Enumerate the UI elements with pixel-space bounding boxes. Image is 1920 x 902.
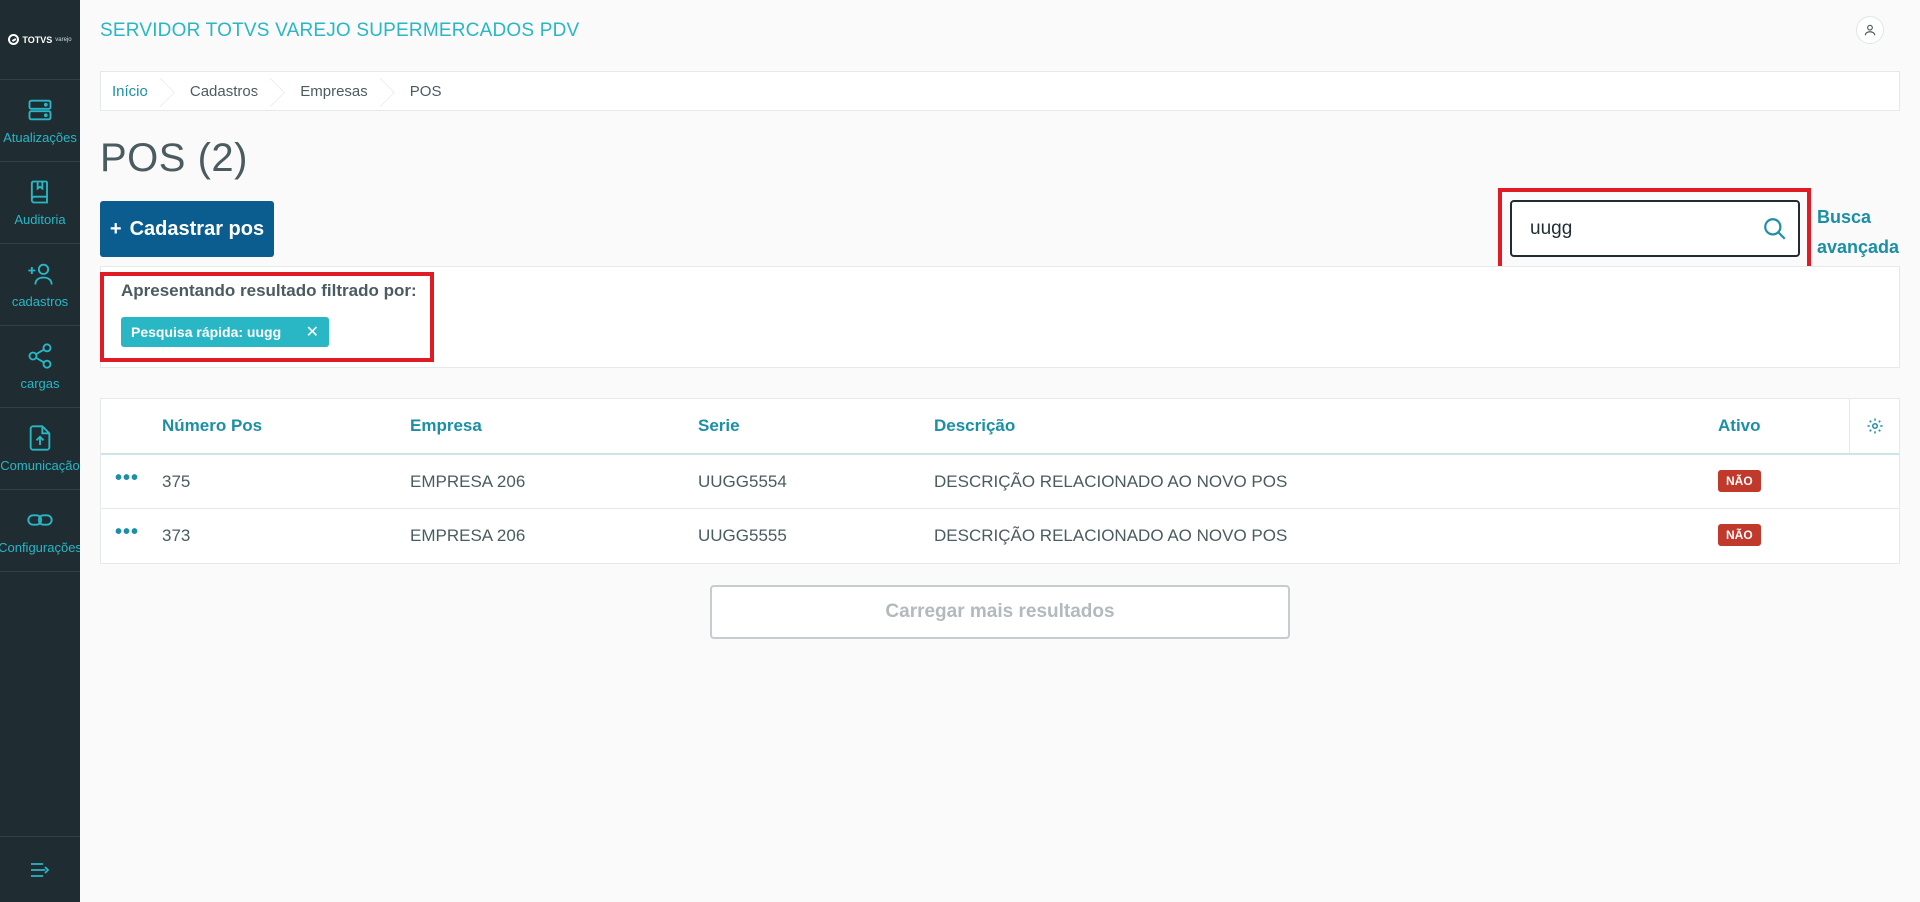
sidebar-item-cadastros[interactable]: cadastros [0,244,80,326]
column-ativo[interactable]: Ativo [1718,416,1761,436]
sidebar: TOTVS varejo Atualizações Auditoria cada… [0,0,80,902]
collapse-menu-icon [31,862,50,877]
breadcrumb-inicio[interactable]: Início [101,72,168,110]
cell-descricao: DESCRIÇÃO RELACIONADO AO NOVO POS [934,472,1288,491]
row-actions-button[interactable]: ••• [115,521,139,544]
breadcrumb: Início Cadastros Empresas POS [100,71,1900,111]
cell-numero: 375 [162,472,191,491]
table-row: ••• 373 EMPRESA 206 UUGG5555 DESCRIÇÃO R… [101,509,1899,563]
table-header: Número Pos Empresa Serie Descrição Ativo [101,399,1899,455]
add-pos-button[interactable]: + Cadastrar pos [100,201,274,257]
load-more-button[interactable]: Carregar mais resultados [710,585,1290,639]
sidebar-item-atualizacoes[interactable]: Atualizações [0,80,80,162]
totvs-logo: TOTVS varejo [0,0,80,80]
sidebar-item-label: Configurações [0,540,80,555]
sidebar-item-comunicacao[interactable]: Comunicação [0,408,80,490]
user-icon [1864,24,1876,36]
breadcrumb-empresas[interactable]: Empresas [278,72,388,110]
cell-serie: UUGG5554 [698,472,787,491]
add-user-icon [28,263,53,285]
sidebar-item-label: cadastros [11,294,69,309]
status-badge: NÃO [1718,470,1761,492]
sidebar-item-label: Auditoria [14,212,66,227]
breadcrumb-cadastros[interactable]: Cadastros [168,72,278,110]
search-input[interactable] [1530,217,1762,240]
pos-table: Número Pos Empresa Serie Descrição Ativo… [100,398,1900,564]
table-row: ••• 375 EMPRESA 206 UUGG5554 DESCRIÇÃO R… [101,455,1899,509]
advanced-search-link[interactable]: Busca avançada [1817,202,1899,262]
sidebar-item-cargas[interactable]: cargas [0,326,80,408]
cell-numero: 373 [162,526,191,545]
link-icon [27,514,53,526]
breadcrumb-pos: POS [409,82,442,100]
server-icon [28,99,52,121]
sidebar-item-label: Atualizações [3,130,77,145]
share-icon [28,343,52,369]
sidebar-item-auditoria[interactable]: Auditoria [0,162,80,244]
sidebar-item-configuracoes[interactable]: Configurações [0,490,80,572]
logo-text: TOTVS [22,34,53,45]
cell-serie: UUGG5555 [698,526,787,545]
user-avatar-button[interactable] [1856,16,1884,44]
filter-label: Apresentando resultado filtrado por: [121,281,417,300]
cell-empresa: EMPRESA 206 [410,526,526,545]
column-descricao[interactable]: Descrição [934,416,1015,436]
cell-descricao: DESCRIÇÃO RELACIONADO AO NOVO POS [934,526,1288,545]
status-badge: NÃO [1718,524,1761,546]
file-upload-icon [29,425,51,451]
row-actions-button[interactable]: ••• [115,467,139,490]
search-icon[interactable] [1762,216,1788,242]
close-icon[interactable]: ✕ [306,322,319,342]
page-title: POS (2) [100,136,248,180]
sidebar-toggle-button[interactable] [0,836,80,902]
sidebar-item-label: cargas [20,376,60,391]
logo-subtext: varejo [55,36,72,43]
sidebar-item-label: Comunicação [0,458,80,473]
add-pos-label: Cadastrar pos [129,217,265,240]
column-empresa[interactable]: Empresa [410,416,482,436]
advanced-search-line2: avançada [1817,237,1900,257]
column-serie[interactable]: Serie [698,416,740,436]
quick-search [1510,200,1800,257]
totvs-logo-icon [8,34,20,45]
cell-empresa: EMPRESA 206 [410,472,526,491]
filter-chip-label: Pesquisa rápida: uugg [131,324,282,340]
table-settings-button[interactable] [1849,399,1899,453]
column-numero-pos[interactable]: Número Pos [162,416,262,436]
filter-chip: Pesquisa rápida: uugg ✕ [121,317,329,347]
gear-icon [1867,418,1882,434]
app-title: SERVIDOR TOTVS VAREJO SUPERMERCADOS PDV [100,20,580,41]
book-icon [30,180,48,204]
plus-icon: + [109,217,122,240]
advanced-search-line1: Busca [1817,207,1872,227]
